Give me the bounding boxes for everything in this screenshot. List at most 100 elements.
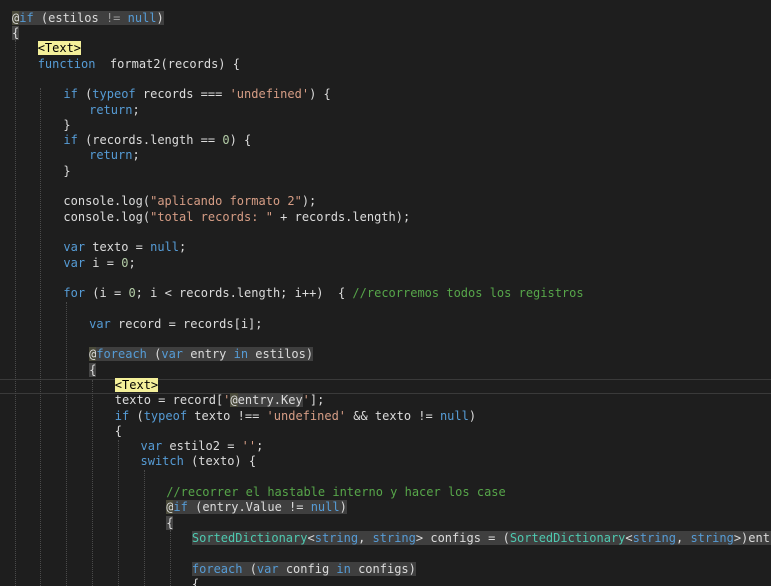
code-line[interactable]: switch (texto) { [141,454,257,469]
code-editor[interactable]: @if (estilos != null){<Text> function for… [0,0,771,586]
code-token: ) [156,11,164,25]
code-token: "aplicando formato 2" [150,194,302,208]
code-line[interactable]: } [63,118,70,133]
code-token: 0 [222,133,230,147]
code-line[interactable]: } [63,164,70,179]
code-line[interactable]: var texto = null; [63,240,186,255]
code-line[interactable]: if (typeof texto !== 'undefined' && text… [115,409,476,424]
code-line[interactable]: for (i = 0; i < records.length; i++) { /… [63,286,583,301]
code-token: var [89,317,111,331]
code-line[interactable]: { [115,424,122,439]
code-token: typeof [143,409,188,423]
code-token: entry.Key [237,393,303,407]
code-line[interactable]: { [166,516,174,531]
code-token: @ [230,393,238,407]
code-token: function [37,57,96,71]
code-token: return [89,103,133,117]
code-token: texto !== [187,409,267,423]
indent-guide [15,40,16,586]
code-token: ) [339,500,347,514]
code-token: ]; [309,393,325,407]
indent-guide [66,302,67,586]
code-line[interactable]: { [12,26,20,41]
code-token: > configs = ( [415,531,510,545]
code-token: if [63,87,78,101]
code-line[interactable]: var estilo2 = ''; [141,439,264,454]
code-token: ; [132,148,140,162]
code-line[interactable]: //recorrer el hastable interno y hacer l… [166,485,506,500]
code-token: ; [128,256,136,270]
code-line[interactable]: var record = records[i]; [89,317,262,332]
code-token: var [140,439,163,453]
code-token: if [63,133,78,147]
code-line[interactable]: foreach (var config in configs) [191,562,416,577]
code-token: record = records[i]; [110,317,263,331]
code-token: '' [241,439,257,453]
code-line[interactable]: console.log("aplicando formato 2"); [63,194,316,209]
code-token: } [63,164,71,178]
code-token: { [114,424,123,438]
code-token: //recorremos todos los registros [352,286,584,300]
code-line[interactable]: var i = 0; [63,256,135,271]
code-token: { [89,363,97,377]
code-token: in [336,562,351,576]
code-line[interactable]: { [192,577,199,586]
code-token: null [439,409,469,423]
code-token: records === [135,87,230,101]
code-token: ; [179,240,187,254]
code-token: null [150,240,180,254]
code-token: ) [468,409,477,423]
code-line[interactable]: return; [89,148,140,163]
code-token: switch [140,454,184,468]
code-token: if [173,500,188,514]
code-line[interactable]: SortedDictionary<string, string> configs… [191,531,771,546]
code-line[interactable]: texto = record['@entry.Key']; [114,393,325,408]
code-token: ; i < records.length; i++) { [135,286,353,300]
indent-guide [118,440,119,586]
code-token: ) { [229,133,252,147]
code-token: (texto) { [183,454,257,468]
code-token: { [12,26,20,40]
code-token: ( [77,87,93,101]
code-line[interactable]: @if (estilos != null) [12,11,164,26]
code-token: texto = record[ [114,393,224,407]
code-line[interactable]: if (typeof records === 'undefined') { [63,87,330,102]
code-token: var [256,562,279,576]
code-token: SortedDictionary [509,531,626,545]
indent-guide [40,88,41,586]
code-line[interactable]: @foreach (var entry in estilos) [89,347,314,362]
code-token: <Text> [114,378,159,392]
code-token: ; [132,103,140,117]
code-token: var [161,347,184,361]
code-token: config [278,562,337,576]
code-token: var [63,256,86,270]
code-token [120,11,128,25]
code-line[interactable]: return; [89,103,140,118]
code-line[interactable]: <Text> [114,378,159,393]
indent-guide [92,380,93,586]
code-token: console.log( [63,210,151,224]
code-line[interactable]: if (records.length == 0) { [63,133,251,148]
code-line[interactable]: function format2(records) { [38,57,240,72]
code-token: null [310,500,340,514]
code-token: (entry.Value != [187,500,311,514]
code-token: ( [146,347,162,361]
code-token: ); [301,194,317,208]
code-token: && texto != [346,409,440,423]
code-token: , [676,531,691,545]
code-token: ( [129,409,144,423]
code-token: < [307,531,315,545]
code-token: return [89,148,133,162]
code-token: string [372,531,416,545]
code-token: entry [183,347,234,361]
code-token: if [19,11,34,25]
code-line[interactable]: @if (entry.Value != null) [166,500,347,515]
code-line[interactable]: <Text> [37,41,82,56]
code-token: 0 [128,286,136,300]
code-token: + records.length); [272,210,411,224]
code-line[interactable]: console.log("total records: " + records.… [63,210,410,225]
code-line[interactable]: { [89,363,97,378]
code-token: >)entry.Value; [733,531,771,545]
code-token: string [632,531,676,545]
code-token: foreach [96,347,147,361]
